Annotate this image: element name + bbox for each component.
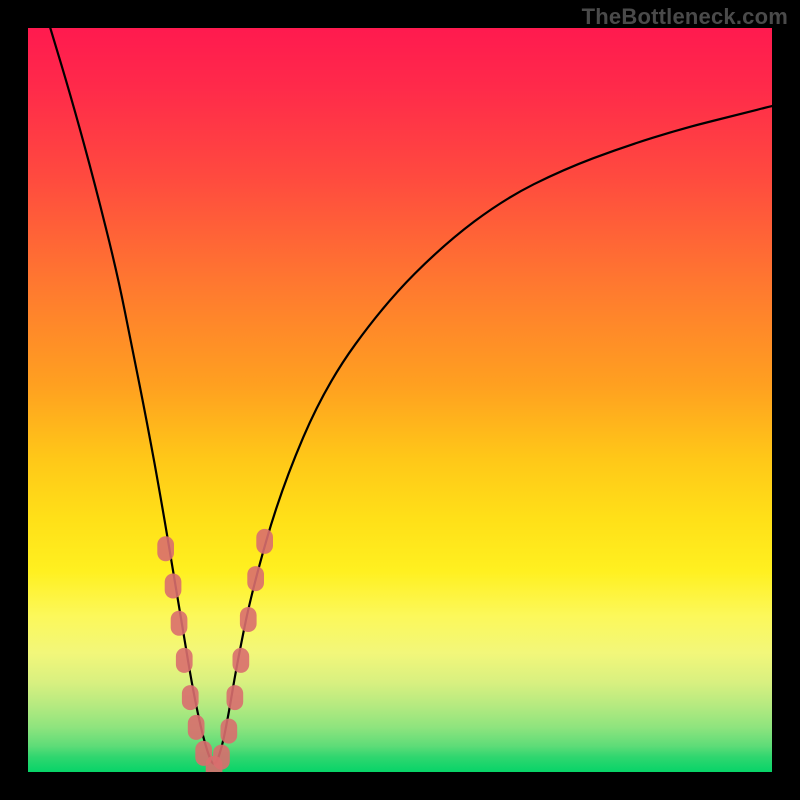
bottleneck-curve [50, 28, 772, 764]
watermark-text: TheBottleneck.com [582, 4, 788, 30]
curve-marker [171, 611, 188, 636]
curve-marker [256, 529, 273, 554]
curve-marker [176, 648, 193, 673]
curve-marker [165, 574, 182, 599]
curve-marker [157, 536, 174, 561]
curve-marker [240, 607, 257, 632]
curve-marker [247, 566, 264, 591]
curve-marker [233, 648, 250, 673]
markers-group [157, 529, 273, 772]
curve-marker [188, 715, 205, 740]
curve-marker [213, 745, 230, 770]
curve-marker [221, 719, 238, 744]
curve-marker [227, 685, 244, 710]
plot-svg [28, 28, 772, 772]
plot-area [28, 28, 772, 772]
chart-frame: TheBottleneck.com [0, 0, 800, 800]
curve-marker [182, 685, 199, 710]
